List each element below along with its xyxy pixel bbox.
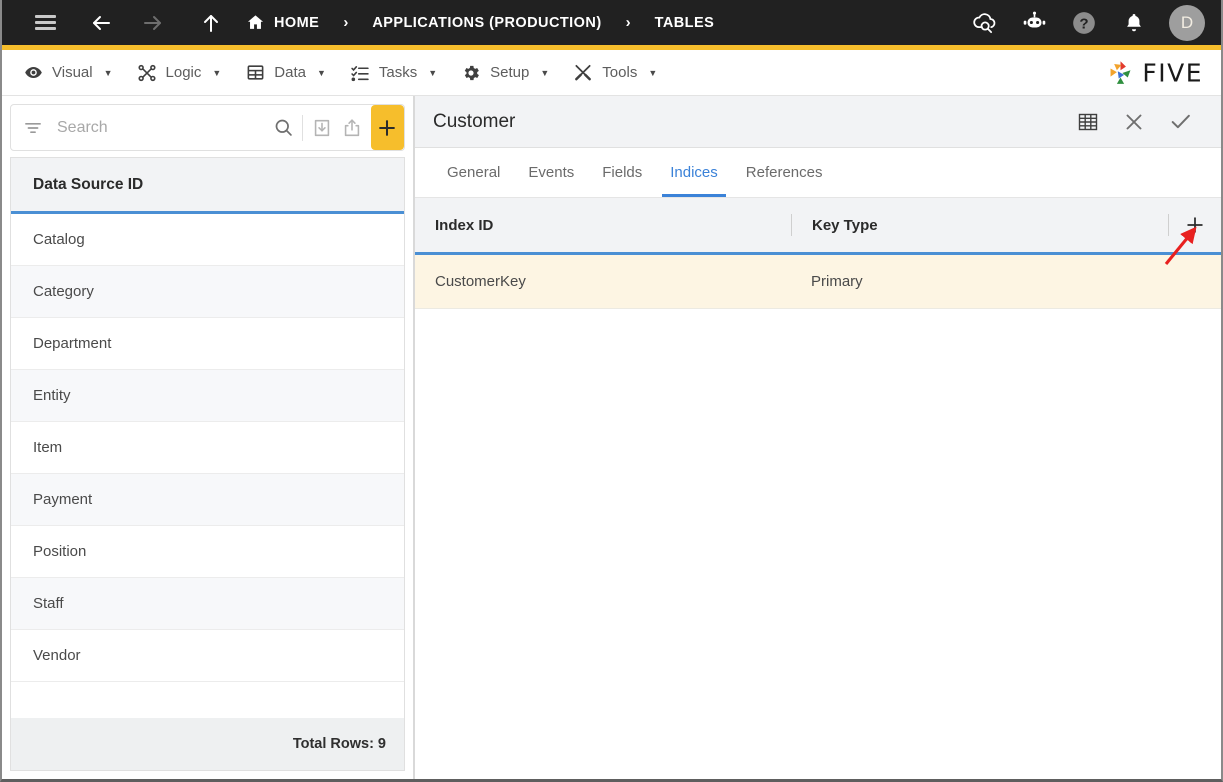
help-icon[interactable]: ? xyxy=(1063,2,1105,44)
five-brand-logo: FIVE xyxy=(1106,58,1203,87)
list-rows: Catalog Category Department Entity Item … xyxy=(11,214,404,718)
search-bar xyxy=(10,104,405,151)
chevron-down-icon: ▼ xyxy=(540,67,550,78)
menu-label-tasks: Tasks xyxy=(378,64,418,81)
filter-icon[interactable] xyxy=(11,118,53,138)
main-menu-bar: Visual ▼ Logic ▼ Data ▼ Tasks ▼ Setup ▼ … xyxy=(2,50,1221,96)
top-bar-actions: ? D xyxy=(963,2,1205,44)
chevron-down-icon: ▼ xyxy=(648,67,658,78)
tab-references[interactable]: References xyxy=(732,148,837,197)
toolbar-divider xyxy=(302,114,303,141)
tab-general[interactable]: General xyxy=(433,148,514,197)
menu-item-data[interactable]: Data ▼ xyxy=(240,50,345,95)
search-input[interactable] xyxy=(53,118,268,137)
menu-label-data: Data xyxy=(274,64,306,81)
tools-icon xyxy=(573,63,593,83)
menu-label-logic: Logic xyxy=(165,64,202,81)
arrow-up-icon[interactable] xyxy=(190,2,232,44)
table-grid-icon xyxy=(245,63,265,83)
brand-name: FIVE xyxy=(1142,58,1203,87)
menu-label-setup: Setup xyxy=(490,64,530,81)
list-item[interactable]: Department xyxy=(11,318,404,370)
close-icon[interactable] xyxy=(1111,99,1157,145)
chevron-down-icon: ▼ xyxy=(428,67,438,78)
search-icon[interactable] xyxy=(268,117,298,138)
hamburger-menu-icon[interactable] xyxy=(24,2,66,44)
detail-header: Customer xyxy=(415,96,1221,148)
tab-events[interactable]: Events xyxy=(514,148,588,197)
content-area: Data Source ID Catalog Category Departme… xyxy=(2,96,1221,779)
cell-index-id: CustomerKey xyxy=(435,273,526,290)
breadcrumb-separator-2: › xyxy=(625,14,631,31)
column-header-index-id: Index ID xyxy=(435,216,494,234)
search-toolbar xyxy=(2,96,413,157)
list-item[interactable]: Entity xyxy=(11,370,404,422)
tab-indices[interactable]: Indices xyxy=(656,148,732,197)
five-pinwheel-logo xyxy=(1106,58,1135,87)
table-row[interactable]: CustomerKey Primary xyxy=(415,255,1221,309)
robot-icon[interactable] xyxy=(1013,2,1055,44)
check-icon[interactable] xyxy=(1157,99,1203,145)
indices-grid-rows: CustomerKey Primary xyxy=(415,255,1221,779)
breadcrumb-label-home: HOME xyxy=(274,14,320,31)
breadcrumb-area: HOME › APPLICATIONS (PRODUCTION) › TABLE… xyxy=(24,2,963,44)
list-item[interactable]: Staff xyxy=(11,578,404,630)
detail-tabs: General Events Fields Indices References xyxy=(415,148,1221,198)
breadcrumb-separator-1: › xyxy=(343,14,349,31)
list-item[interactable]: Payment xyxy=(11,474,404,526)
column-header-key-type: Key Type xyxy=(812,216,878,234)
add-data-source-button[interactable] xyxy=(370,105,404,150)
menu-item-setup[interactable]: Setup ▼ xyxy=(456,50,568,95)
breadcrumb-item-tables[interactable]: TABLES xyxy=(655,15,715,31)
data-source-list-panel: Data Source ID Catalog Category Departme… xyxy=(2,96,414,779)
menu-label-visual: Visual xyxy=(52,64,93,81)
detail-panel: Customer General Events Fields Indices R… xyxy=(414,96,1221,779)
cloud-search-icon[interactable] xyxy=(963,2,1005,44)
data-source-list: Data Source ID Catalog Category Departme… xyxy=(10,157,405,718)
breadcrumb-item-applications[interactable]: APPLICATIONS (PRODUCTION) xyxy=(372,15,601,31)
tab-fields[interactable]: Fields xyxy=(588,148,656,197)
bell-icon[interactable] xyxy=(1113,2,1155,44)
grid-add-index-button[interactable] xyxy=(1169,214,1221,236)
checklist-icon xyxy=(350,63,370,83)
top-navigation-bar: HOME › APPLICATIONS (PRODUCTION) › TABLE… xyxy=(2,0,1221,45)
application-window: HOME › APPLICATIONS (PRODUCTION) › TABLE… xyxy=(0,0,1223,782)
total-rows-label: Total Rows: 9 xyxy=(10,718,405,771)
arrow-right-icon[interactable] xyxy=(132,2,174,44)
list-item[interactable]: Category xyxy=(11,266,404,318)
chevron-down-icon: ▼ xyxy=(212,67,222,78)
menu-item-tools[interactable]: Tools ▼ xyxy=(568,50,676,95)
eye-icon xyxy=(23,63,43,83)
chevron-down-icon: ▼ xyxy=(103,67,113,78)
cell-key-type: Primary xyxy=(811,273,863,290)
chevron-down-icon: ▼ xyxy=(316,67,326,78)
arrow-left-icon[interactable] xyxy=(80,2,122,44)
menu-item-tasks[interactable]: Tasks ▼ xyxy=(345,50,456,95)
home-icon xyxy=(246,13,265,32)
list-item[interactable]: Item xyxy=(11,422,404,474)
breadcrumb-item-home[interactable]: HOME xyxy=(246,13,319,32)
menu-item-logic[interactable]: Logic ▼ xyxy=(132,50,241,95)
page-title: Customer xyxy=(433,110,516,132)
logic-flow-icon xyxy=(137,63,157,83)
menu-label-tools: Tools xyxy=(602,64,638,81)
list-item[interactable]: Catalog xyxy=(11,214,404,266)
gear-icon xyxy=(461,63,481,83)
table-grid-icon[interactable] xyxy=(1065,99,1111,145)
list-item[interactable]: Position xyxy=(11,526,404,578)
list-column-header: Data Source ID xyxy=(11,158,404,214)
indices-grid-header: Index ID Key Type xyxy=(415,198,1221,255)
menu-item-visual[interactable]: Visual ▼ xyxy=(18,50,132,95)
export-upload-icon[interactable] xyxy=(337,117,367,139)
list-item[interactable]: Vendor xyxy=(11,630,404,682)
svg-text:?: ? xyxy=(1079,15,1088,32)
list-empty-row xyxy=(11,682,404,718)
import-download-icon[interactable] xyxy=(307,117,337,139)
avatar[interactable]: D xyxy=(1169,4,1205,41)
